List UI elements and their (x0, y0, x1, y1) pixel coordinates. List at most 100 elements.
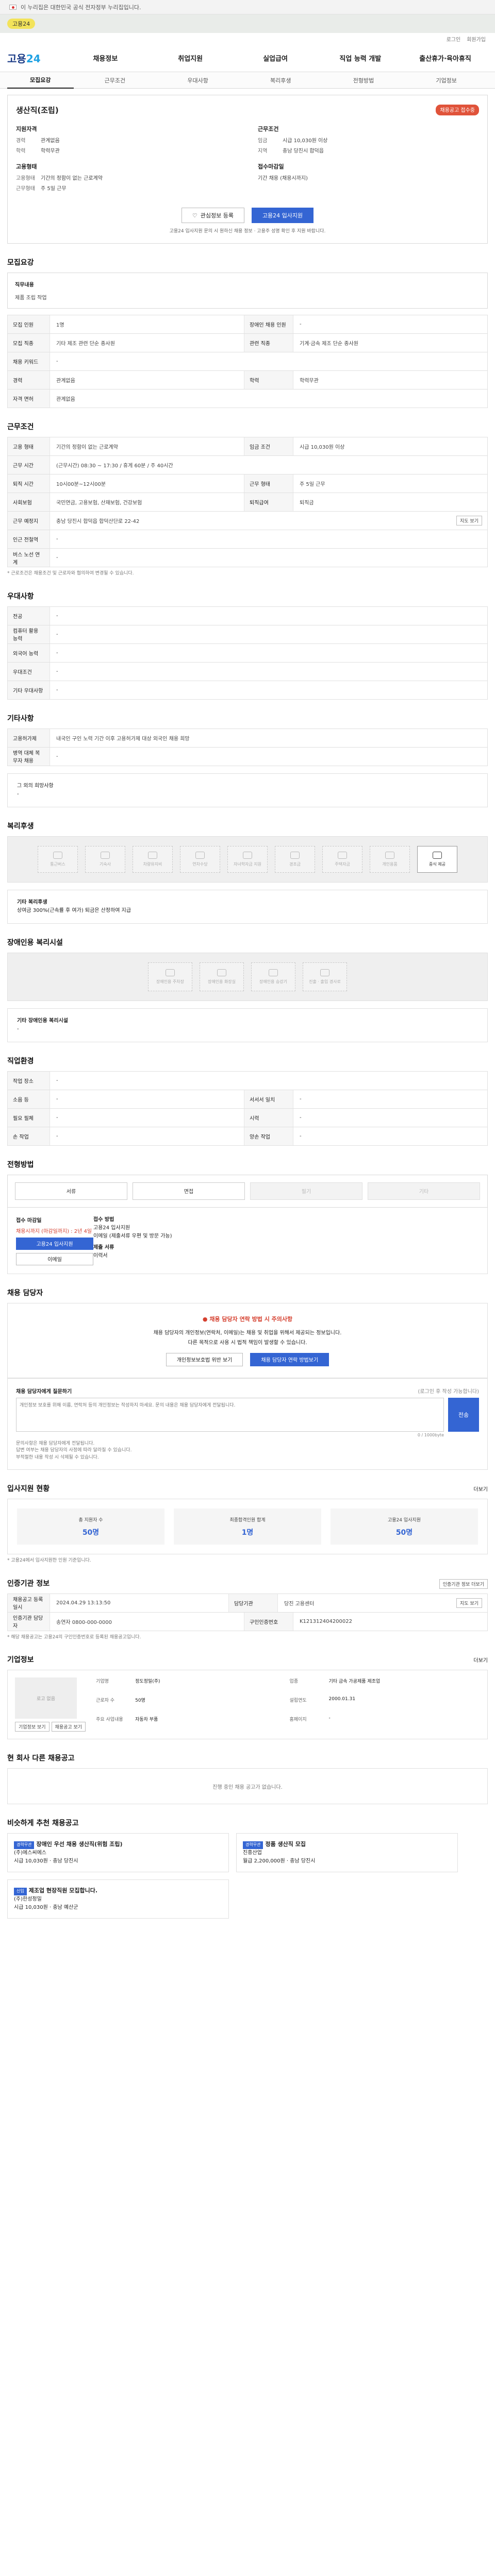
reco-title: 비슷하게 추천 채용공고 (7, 1819, 79, 1827)
reco-location: 충남 당진시 (53, 1858, 78, 1864)
row-value: - (56, 536, 58, 542)
row-header-2: 시력 (244, 1108, 293, 1127)
benefit-tile: 경조금 (275, 845, 315, 873)
hope-value: - (17, 791, 19, 797)
row-header: 경력 (8, 371, 50, 389)
stat-label: 최종합격인원 합계 (229, 1517, 266, 1523)
disability-detail-label: 기타 장애인용 복리시설 (17, 1018, 68, 1024)
benefit-label: 기숙사 (99, 861, 111, 867)
reco-wage: 월급 2,200,000원 (243, 1858, 285, 1864)
map-button[interactable]: 지도 보기 (456, 1598, 483, 1608)
reco-meta: 시급 10,030원 · 충남 예산군 (14, 1905, 78, 1910)
row-value: 관계없음 (56, 378, 75, 384)
recruit-title: 모집요강 (7, 259, 34, 267)
site-logo[interactable]: 고용24 (7, 50, 63, 65)
job-title: 생산직(조립) (16, 106, 59, 115)
company-field-value: 정도정밀(주) (135, 1679, 160, 1684)
benefit-label: 장애인용 주차장 (156, 979, 185, 984)
form-heading: 고용형태 (16, 163, 37, 170)
question-textarea[interactable] (16, 1397, 444, 1432)
row-header-2: 근무 형태 (244, 474, 293, 493)
reco-card[interactable]: 경력무관 정품 생산직 모집 진흥산업 월급 2,200,000원 · 충남 당진시 (236, 1833, 458, 1872)
row-value-2: K121312404200022 (300, 1618, 352, 1624)
tab-prefer[interactable]: 우대사항 (156, 76, 239, 84)
row-value-2: 주 5일 근무 (300, 482, 325, 487)
disability-detail-value: - (17, 1026, 19, 1032)
tab-welfare[interactable]: 복리후생 (239, 76, 322, 84)
tab-work[interactable]: 근무조건 (74, 76, 157, 84)
org-foot: * 해당 채용공고는 고용24의 구인인증번호로 등록된 채용공고입니다. (7, 1634, 141, 1640)
company-jobs-button[interactable]: 채용공고 보기 (51, 1722, 86, 1732)
company-info-button[interactable]: 기업정보 보기 (15, 1722, 50, 1732)
stat-label: 고용24 입사지원 (388, 1517, 421, 1523)
signup-link[interactable]: 회원가입 (467, 35, 486, 43)
apply-button[interactable]: 고용24 입사지원 (251, 208, 314, 223)
row-value-2: - (300, 1133, 302, 1139)
row-value-2: 학력무관 (300, 378, 319, 384)
bookmark-button[interactable]: ♡ 관심정보 등록 (181, 208, 244, 223)
apply-button-2[interactable]: 고용24 입사지원 (16, 1237, 93, 1250)
tab-selection[interactable]: 전형방법 (322, 76, 405, 84)
gnb-item-jobs[interactable]: 채용정보 (63, 53, 148, 63)
row-header: 외국어 능력 (8, 643, 50, 662)
reco-card[interactable]: 신입 제조업 현장직원 모집합니다. (주)한성정밀 시급 10,030원 · 충남 … (7, 1879, 229, 1919)
warning-text: 채용 담당자 연락 방법 시 주의사항 (209, 1315, 293, 1323)
row-value: 관계없음 (56, 397, 75, 402)
hope-box: 그 외의 희망사항 - (7, 773, 488, 807)
company-more-link[interactable]: 더보기 (473, 1656, 488, 1664)
benefit-label: 개인용품 (382, 861, 398, 867)
row-value: - (56, 687, 58, 693)
tab-company[interactable]: 기업정보 (405, 76, 488, 84)
work-foot: * 근로조건은 채용조건 및 근로자와 협의하여 변경될 수 있습니다. (7, 571, 134, 576)
gnb-item-support[interactable]: 취업지원 (148, 53, 233, 63)
benefit-label: 장애인용 화장실 (207, 979, 236, 984)
reco-head: 경력무관 정품 생산직 모집 (243, 1840, 451, 1849)
benefit-icon (320, 969, 329, 976)
process-table: 작업 장소 - 소음 등 - 서서서 일치 - 필요 필체 - 시력 - 손 작업 - 양손 작업 - (7, 1071, 488, 1146)
company-field-value: 50명 (135, 1698, 145, 1703)
reco-card[interactable]: 경력무관 장애인 우선 채용 생산직(위험 조립) (주)에스씨에스 시급 10,03… (7, 1833, 229, 1872)
row-header: 인근 전철역 (8, 530, 50, 548)
table-row: 경력 관계없음 학력 학력무관 (8, 371, 487, 389)
method-label: 필기 (301, 1189, 311, 1195)
apply-note: 고용24 입사지원 문의 시 원하신 채용 정보 · 고용주 성명 확인 후 지… (169, 229, 326, 234)
table-row: 근무 예정지 충남 당진시 합덕읍 합덕산단로 22-42 지도 보기 (8, 512, 487, 530)
status-more-link[interactable]: 더보기 (473, 1485, 488, 1493)
table-row: 컴퓨터 활용 능력 - (8, 625, 487, 644)
company-field-key: 업종 (289, 1679, 299, 1684)
row-header-2: 담당기관 (228, 1594, 278, 1612)
manager-text2: 다른 목적으로 사용 시 법적 책임이 발생할 수 있습니다. (188, 1340, 307, 1346)
tab-recruit[interactable]: 모집요강 (7, 72, 74, 89)
row-value: - (56, 668, 58, 674)
gnb-item-training[interactable]: 직업 능력 개발 (318, 53, 403, 63)
method-line: 이메일 (제출서류 우편 및 방문 가능) (93, 1233, 172, 1239)
contact-button[interactable]: 채용 담당자 연락 방법보기 (250, 1352, 329, 1366)
benefit-icon (290, 851, 300, 859)
gov-banner-text: 이 누리집은 대한민국 공식 전자정부 누리집입니다. (21, 4, 141, 11)
job-summary-card: 생산직(조립) 채용공고 접수중 지원자격 경력 관계없음 학력 학력무관 고용형태 … (7, 95, 488, 244)
table-row: 채용공고 등록일시 2024.04.29 13:13:50 담당기관 당진 고용센터 지… (8, 1594, 487, 1613)
benefit-tile: 중식 제공 (417, 845, 457, 873)
org-more-button[interactable]: 인증기관 정보 더보기 (439, 1579, 488, 1589)
stat-card: 고용24 입사지원 50명 (331, 1509, 478, 1545)
email-button[interactable]: 이메일 (16, 1252, 93, 1265)
map-button[interactable]: 지도 보기 (456, 516, 482, 526)
qa-hint: (로그인 후 작성 가능합니다) (418, 1388, 479, 1395)
work-title: 근무조건 (7, 423, 34, 431)
service-pill[interactable]: 고용24 (7, 19, 36, 29)
send-button[interactable]: 전송 (448, 1397, 479, 1432)
row-value: 1명 (56, 323, 64, 328)
status-foot: * 고용24에서 입사지원한 인원 기준입니다. (7, 1558, 91, 1563)
row-header-2: 양손 작업 (244, 1127, 293, 1145)
privacy-button[interactable]: 개인정보보호법 위반 보기 (166, 1352, 243, 1366)
company-field-value: 2000.01.31 (328, 1697, 356, 1702)
gnb-item-benefit[interactable]: 실업급여 (233, 53, 318, 63)
row-header: 기타 우대사항 (8, 681, 50, 699)
benefit-label: 통근버스 (50, 861, 65, 867)
qa-note: 문의사항은 채용 담당자에게 전달됩니다. (16, 1440, 95, 1446)
row-value: 10시00분~12시00분 (56, 482, 106, 487)
row-value: 국민연금, 고용보험, 산재보험, 건강보험 (56, 500, 142, 506)
row-header: 채용공고 등록일시 (8, 1594, 50, 1612)
gnb-item-leave[interactable]: 출산휴가·육아휴직 (403, 53, 488, 63)
login-link[interactable]: 로그인 (447, 35, 461, 43)
